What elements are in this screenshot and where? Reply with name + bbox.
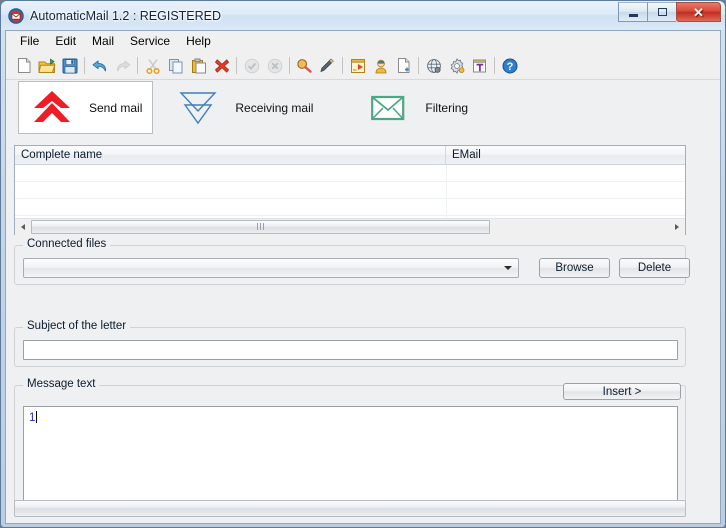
- connected-files-title: Connected files: [23, 238, 110, 250]
- subject-input[interactable]: [23, 340, 678, 360]
- settings-gear-icon[interactable]: [445, 54, 468, 77]
- minimize-button[interactable]: [618, 2, 647, 22]
- mode-button-receiving-mail[interactable]: Receiving mail: [165, 81, 323, 134]
- grid-column-header-complete-name[interactable]: Complete name: [15, 146, 446, 165]
- toolbar-separator: [137, 57, 138, 74]
- font-text-icon[interactable]: [468, 54, 491, 77]
- connected-files-group: Connected files Browse Delete: [14, 245, 686, 285]
- maximize-icon: [658, 8, 667, 16]
- minimize-icon: [629, 14, 638, 17]
- delete-button[interactable]: Delete: [619, 258, 690, 278]
- toolbar-separator: [418, 57, 419, 74]
- globe-network-icon[interactable]: [422, 54, 445, 77]
- save-floppy-icon[interactable]: [58, 54, 81, 77]
- application-window: AutomaticMail 1.2 : REGISTERED ✕ File Ed…: [0, 0, 726, 528]
- toolbar-separator: [84, 57, 85, 74]
- table-row[interactable]: [15, 165, 685, 182]
- title-bar: AutomaticMail 1.2 : REGISTERED ✕: [1, 1, 725, 30]
- toolbar: ?: [6, 52, 720, 80]
- message-text-title: Message text: [23, 378, 99, 390]
- menu-item-file[interactable]: File: [12, 32, 47, 50]
- recipients-grid[interactable]: Complete name EMail: [14, 145, 686, 235]
- grid-horizontal-scrollbar[interactable]: [15, 218, 685, 234]
- text-caret: [36, 411, 37, 423]
- cut-scissors-icon[interactable]: [141, 54, 164, 77]
- undo-arrow-icon[interactable]: [88, 54, 111, 77]
- redo-arrow-icon: [111, 54, 134, 77]
- toolbar-separator: [342, 57, 343, 74]
- paste-icon[interactable]: [187, 54, 210, 77]
- client-area: File Edit Mail Service Help: [5, 30, 721, 524]
- mode-button-send-mail[interactable]: Send mail: [18, 81, 153, 134]
- contact-person-icon[interactable]: [369, 54, 392, 77]
- scroll-left-arrow-icon[interactable]: [15, 219, 31, 235]
- new-page-icon[interactable]: [392, 54, 415, 77]
- menu-item-service[interactable]: Service: [122, 32, 178, 50]
- menu-item-edit[interactable]: Edit: [47, 32, 84, 50]
- copy-icon[interactable]: [164, 54, 187, 77]
- report-chart-icon[interactable]: [346, 54, 369, 77]
- mode-button-bar: Send mail Receiving mail: [6, 80, 720, 136]
- chevron-down-icon: [504, 266, 512, 270]
- maximize-button[interactable]: [647, 2, 676, 22]
- envelope-icon: [365, 88, 411, 128]
- mail-app-icon: [8, 8, 24, 24]
- menu-bar: File Edit Mail Service Help: [6, 31, 720, 52]
- scrollbar-track[interactable]: [31, 219, 669, 235]
- message-text-value: 1: [29, 412, 35, 424]
- mode-label-filtering: Filtering: [425, 101, 468, 115]
- status-bar: [14, 500, 686, 517]
- browse-button[interactable]: Browse: [539, 258, 610, 278]
- toolbar-separator: [494, 57, 495, 74]
- insert-button[interactable]: Insert >: [563, 383, 681, 400]
- new-document-icon[interactable]: [12, 54, 35, 77]
- scrollbar-thumb[interactable]: [31, 220, 490, 234]
- close-icon: ✕: [693, 6, 704, 19]
- double-down-arrow-icon: [175, 88, 221, 128]
- subject-title: Subject of the letter: [23, 320, 130, 332]
- grid-column-separator: [446, 165, 447, 217]
- grid-column-header-email[interactable]: EMail: [446, 146, 685, 165]
- table-row[interactable]: [15, 199, 685, 216]
- toolbar-separator: [236, 57, 237, 74]
- message-text-group: Message text Insert > 1: [14, 385, 686, 511]
- grid-body[interactable]: [15, 165, 685, 217]
- double-up-arrow-icon: [29, 88, 75, 128]
- menu-item-help[interactable]: Help: [178, 32, 219, 50]
- check-circle-icon: [240, 54, 263, 77]
- menu-item-mail[interactable]: Mail: [84, 32, 122, 50]
- help-question-icon[interactable]: ?: [498, 54, 521, 77]
- connected-files-combobox[interactable]: [23, 258, 519, 278]
- mode-label-send-mail: Send mail: [89, 101, 142, 115]
- subject-group: Subject of the letter: [14, 327, 686, 367]
- window-title: AutomaticMail 1.2 : REGISTERED: [30, 9, 221, 23]
- cancel-circle-icon: [263, 54, 286, 77]
- close-button[interactable]: ✕: [676, 2, 721, 22]
- scroll-right-arrow-icon[interactable]: [669, 219, 685, 235]
- delete-red-x-icon[interactable]: [210, 54, 233, 77]
- mode-button-filtering[interactable]: Filtering: [355, 81, 478, 134]
- open-folder-icon[interactable]: [35, 54, 58, 77]
- magnifier-icon[interactable]: [293, 54, 316, 77]
- message-text-editor[interactable]: 1: [23, 406, 678, 503]
- toolbar-separator: [289, 57, 290, 74]
- svg-text:?: ?: [506, 60, 513, 72]
- grid-header-row: Complete name EMail: [15, 146, 685, 165]
- mode-label-receiving-mail: Receiving mail: [235, 101, 313, 115]
- window-controls: ✕: [618, 2, 721, 22]
- pen-edit-icon[interactable]: [316, 54, 339, 77]
- table-row[interactable]: [15, 182, 685, 199]
